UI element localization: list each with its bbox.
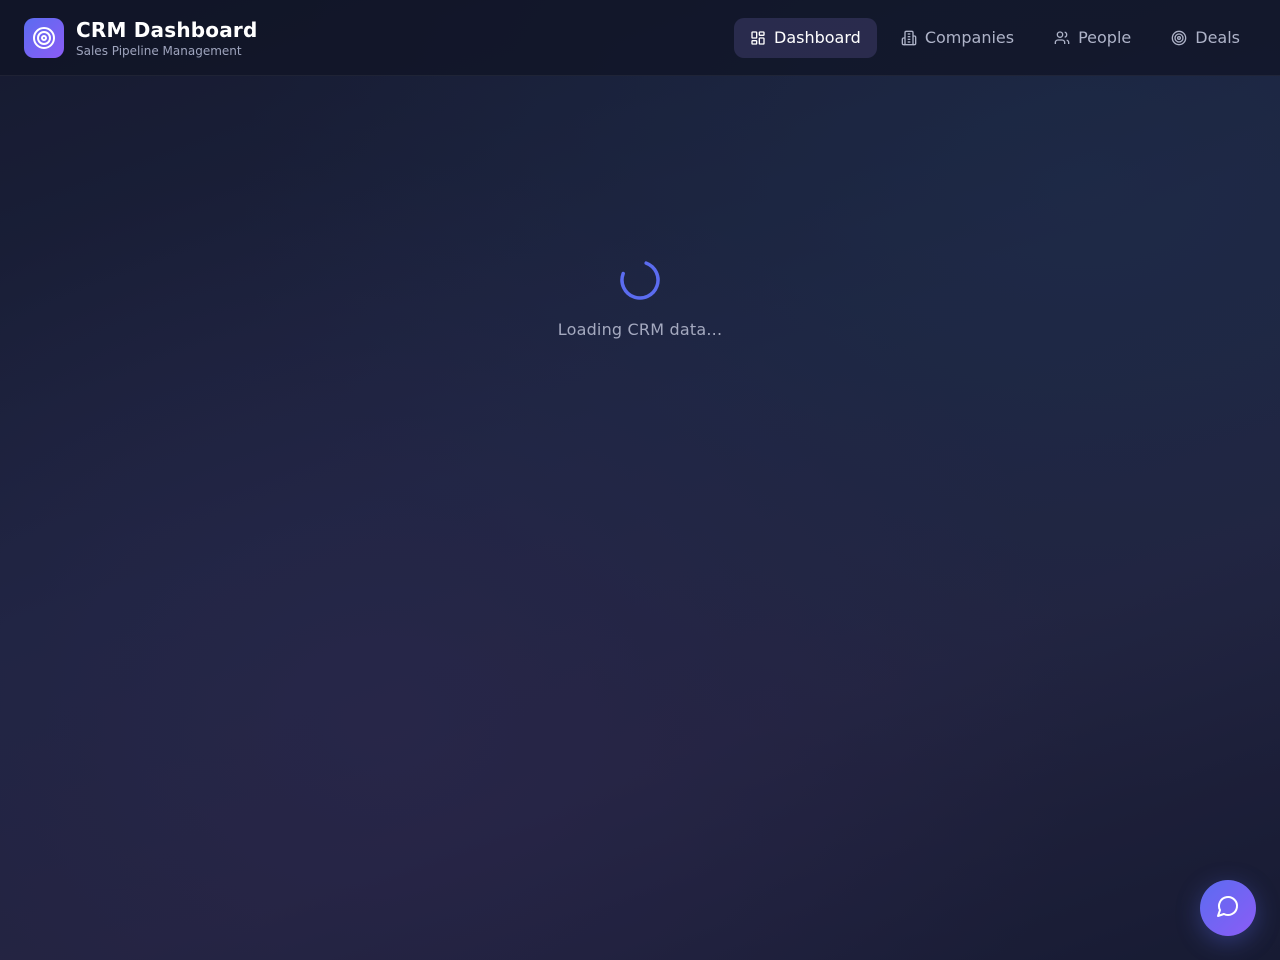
brand-text: CRM Dashboard Sales Pipeline Management	[76, 18, 258, 58]
nav-item-label: Deals	[1195, 28, 1240, 47]
target-icon	[1171, 30, 1187, 46]
nav-item-companies[interactable]: Companies	[885, 18, 1030, 58]
grid-icon	[750, 30, 766, 46]
nav-item-dashboard[interactable]: Dashboard	[734, 17, 877, 58]
nav-item-label: Dashboard	[774, 28, 861, 47]
chat-button[interactable]	[1200, 880, 1256, 936]
loading-spinner-icon	[618, 258, 662, 302]
nav-item-people[interactable]: People	[1038, 18, 1147, 58]
app-subtitle: Sales Pipeline Management	[76, 43, 242, 58]
loading-state: Loading CRM data...	[0, 258, 1280, 339]
target-icon	[24, 17, 64, 58]
nav-item-deals[interactable]: Deals	[1155, 18, 1256, 58]
app-title: CRM Dashboard	[76, 17, 258, 42]
users-icon	[1054, 30, 1070, 46]
main-nav: Dashboard Companies People Deals	[734, 17, 1256, 58]
nav-item-label: Companies	[924, 28, 1015, 47]
app-header: CRM Dashboard Sales Pipeline Management …	[0, 0, 1280, 76]
loading-text: Loading CRM data...	[557, 320, 723, 339]
brand: CRM Dashboard Sales Pipeline Management	[24, 17, 258, 58]
building-icon	[901, 30, 917, 46]
nav-item-label: People	[1078, 28, 1132, 47]
chat-bubble-icon	[1216, 894, 1240, 922]
